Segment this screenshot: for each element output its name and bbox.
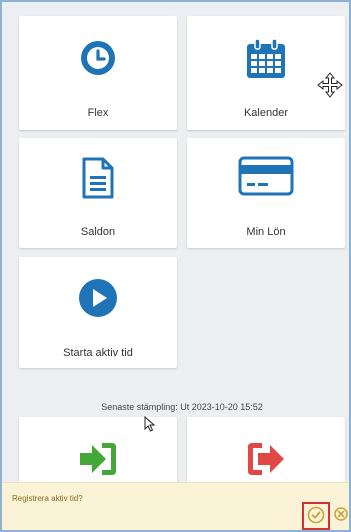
dismiss-button[interactable] bbox=[334, 506, 348, 526]
tile-min-lon-label: Min Lön bbox=[246, 226, 286, 238]
calendar-icon bbox=[244, 38, 288, 80]
sign-in-icon bbox=[78, 441, 118, 477]
play-icon bbox=[77, 277, 119, 319]
tile-kalender-label: Kalender bbox=[243, 107, 289, 119]
tile-saldon-label: Saldon bbox=[80, 226, 116, 238]
confirm-button[interactable] bbox=[302, 502, 330, 530]
register-active-time-banner: Registrera aktiv tid? bbox=[2, 482, 349, 530]
app-frame: Flex Kalender Saldon Min Lön Starta akti… bbox=[0, 0, 351, 532]
pointer-cursor-icon bbox=[144, 415, 156, 437]
sign-out-icon bbox=[246, 441, 286, 477]
last-stamp-text: Senaste stämpling: Ut 2023-10-20 15:52 bbox=[101, 402, 263, 412]
check-circle-icon bbox=[307, 506, 325, 527]
move-cursor-icon bbox=[317, 72, 343, 103]
tile-starta-label: Starta aktiv tid bbox=[63, 347, 133, 359]
tile-starta-aktiv-tid[interactable]: Starta aktiv tid bbox=[19, 257, 177, 368]
clock-icon bbox=[78, 38, 118, 78]
banner-text: Registrera aktiv tid? bbox=[12, 494, 83, 503]
close-circle-icon bbox=[334, 506, 348, 526]
document-icon bbox=[81, 156, 115, 200]
tile-min-lon[interactable]: Min Lön bbox=[187, 138, 345, 248]
tile-flex[interactable]: Flex bbox=[19, 16, 177, 130]
tile-flex-label: Flex bbox=[87, 107, 109, 119]
tile-saldon[interactable]: Saldon bbox=[19, 138, 177, 248]
credit-card-icon bbox=[238, 156, 294, 196]
